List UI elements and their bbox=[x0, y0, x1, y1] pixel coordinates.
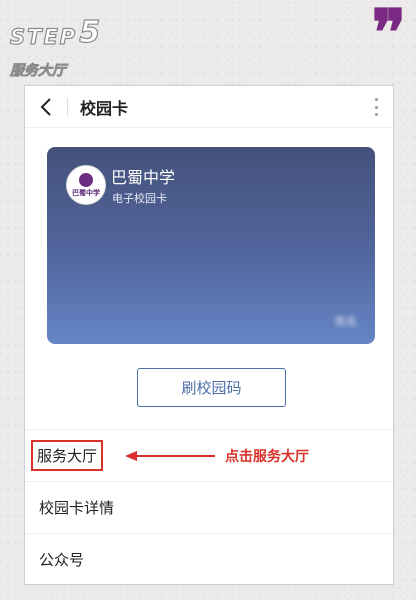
step-number: 5 bbox=[79, 15, 101, 50]
quote-icon: ❞ bbox=[371, 0, 406, 71]
scan-campus-code-button[interactable]: 刷校园码 bbox=[137, 368, 286, 407]
step-label: STEP 5 bbox=[9, 15, 101, 50]
school-name: 巴蜀中学 bbox=[111, 168, 176, 187]
menu-item-card-details[interactable]: 校园卡详情 bbox=[25, 481, 393, 533]
page-title: 校园卡 bbox=[80, 98, 129, 118]
arrow-left-icon bbox=[125, 451, 215, 461]
title-divider bbox=[67, 97, 68, 116]
step-word: STEP bbox=[9, 25, 78, 49]
menu-item-label: 校园卡详情 bbox=[39, 499, 115, 517]
menu-item-label: 公众号 bbox=[39, 551, 85, 569]
chevron-left-icon[interactable] bbox=[25, 86, 67, 128]
phone-screen: 校园卡 巴蜀中学 巴蜀中学 电子校园卡 姓名 刷校园码 服务大厅 点击服务大厅 … bbox=[24, 85, 394, 585]
annotation-text: 点击服务大厅 bbox=[225, 449, 309, 465]
menu-item-service-hall[interactable]: 服务大厅 点击服务大厅 bbox=[25, 429, 393, 481]
logo-text: 巴蜀中学 bbox=[72, 189, 100, 197]
menu-item-official-account[interactable]: 公众号 bbox=[25, 533, 393, 584]
school-logo: 巴蜀中学 bbox=[66, 165, 106, 205]
campus-card: 巴蜀中学 巴蜀中学 电子校园卡 姓名 bbox=[47, 147, 375, 344]
card-type: 电子校园卡 bbox=[112, 192, 167, 205]
more-vertical-icon[interactable] bbox=[369, 98, 383, 116]
menu-item-label: 服务大厅 bbox=[31, 440, 104, 471]
top-bar: 校园卡 bbox=[25, 86, 393, 128]
menu-list: 服务大厅 点击服务大厅 校园卡详情 公众号 bbox=[25, 429, 393, 584]
card-holder-name: 姓名 bbox=[335, 315, 357, 328]
school-emblem-icon bbox=[79, 173, 93, 187]
step-subtitle: 服务大厅 bbox=[10, 63, 67, 80]
annotation: 点击服务大厅 bbox=[125, 430, 309, 482]
